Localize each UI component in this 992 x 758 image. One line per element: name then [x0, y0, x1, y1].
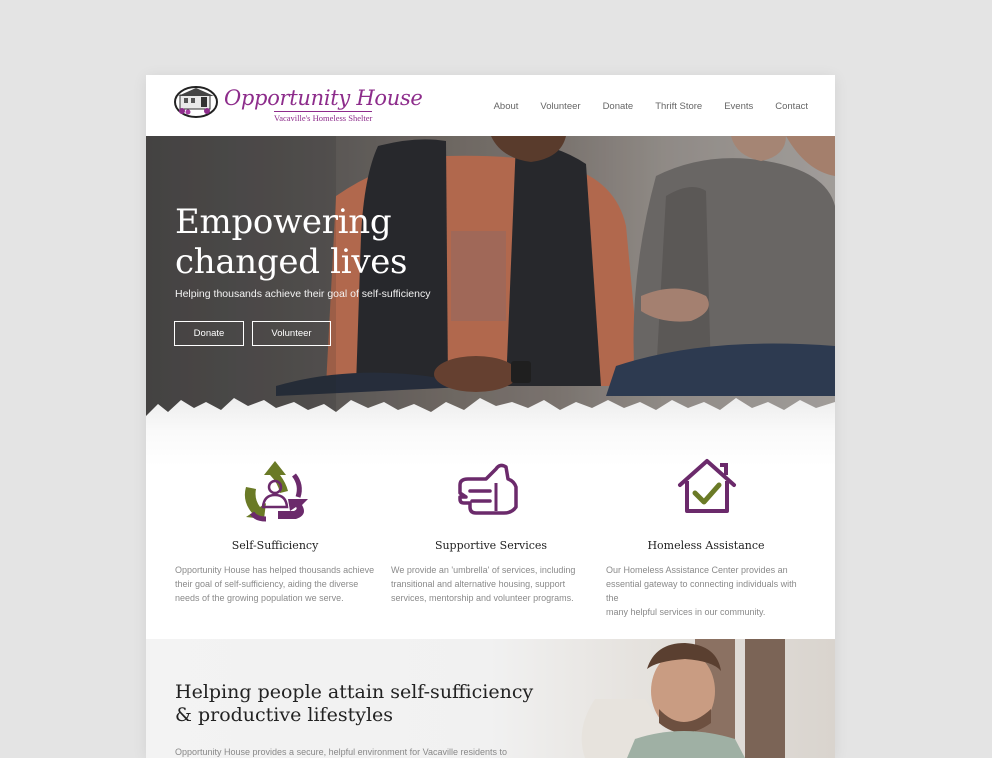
service-desc-line: their goal of self-sufficiency, aiding t… — [175, 579, 359, 589]
service-desc-line: Our Homeless Assistance Center provides … — [606, 565, 788, 575]
logo-tagline: Vacaville's Homeless Shelter — [274, 111, 373, 123]
nav-item-contact[interactable]: Contact — [775, 101, 808, 112]
about-section: Helping people attain self-sufficiency &… — [146, 639, 835, 758]
house-emblem-icon — [174, 86, 218, 118]
hero-subtitle: Helping thousands achieve their goal of … — [175, 288, 431, 300]
service-desc-line: transitional and alternative housing, su… — [391, 579, 566, 589]
service-title: Homeless Assistance — [647, 539, 765, 552]
nav-item-thrift-store[interactable]: Thrift Store — [655, 101, 702, 112]
section-title-line1: Helping people attain self-sufficiency — [175, 681, 534, 703]
nav-item-about[interactable]: About — [494, 101, 519, 112]
main-nav: About Volunteer Donate Thrift Store Even… — [472, 101, 808, 112]
nav-item-donate[interactable]: Donate — [603, 101, 634, 112]
section-title: Helping people attain self-sufficiency &… — [175, 681, 565, 727]
hero-volunteer-button[interactable]: Volunteer — [252, 321, 331, 346]
house-check-icon — [678, 459, 736, 513]
recycle-person-icon — [244, 461, 308, 522]
service-title: Supportive Services — [434, 539, 548, 552]
site-header: Opportunity House Vacaville's Homeless S… — [146, 75, 835, 136]
hero-title-line2: changed lives — [175, 242, 408, 282]
service-description: Opportunity House has helped thousands a… — [175, 563, 380, 605]
man-reading-photo — [581, 639, 785, 758]
service-desc-line: We provide an 'umbrella' of services, in… — [391, 565, 576, 575]
service-desc-line: needs of the growing population we serve… — [175, 593, 344, 603]
torn-paper-edge — [146, 398, 835, 466]
section-title-line2: & productive lifestyles — [175, 704, 394, 726]
nav-item-events[interactable]: Events — [724, 101, 753, 112]
helping-hand-icon — [458, 463, 518, 515]
service-desc-line: services, mentorship and volunteer progr… — [391, 593, 574, 603]
service-desc-line: Opportunity House has helped thousands a… — [175, 565, 375, 575]
website-page: Opportunity House Vacaville's Homeless S… — [146, 75, 835, 758]
service-description: We provide an 'umbrella' of services, in… — [391, 563, 596, 605]
service-desc-line: essential gateway to connecting individu… — [606, 579, 797, 603]
service-desc-line: many helpful services in our community. — [606, 607, 766, 617]
nav-item-volunteer[interactable]: Volunteer — [540, 101, 580, 112]
hero-banner: Empowering changed lives Helping thousan… — [146, 136, 835, 466]
logo-title: Opportunity House — [224, 86, 423, 110]
hero-title: Empowering changed lives — [175, 202, 408, 282]
section-body: Opportunity House provides a secure, hel… — [175, 747, 508, 757]
service-title: Self-Sufficiency — [231, 539, 319, 552]
service-description: Our Homeless Assistance Center provides … — [606, 563, 811, 619]
site-logo[interactable]: Opportunity House Vacaville's Homeless S… — [174, 85, 423, 125]
hero-title-line1: Empowering — [175, 202, 392, 242]
hero-donate-button[interactable]: Donate — [174, 321, 244, 346]
services-section: Self-Sufficiency Opportunity House has h… — [146, 455, 835, 639]
